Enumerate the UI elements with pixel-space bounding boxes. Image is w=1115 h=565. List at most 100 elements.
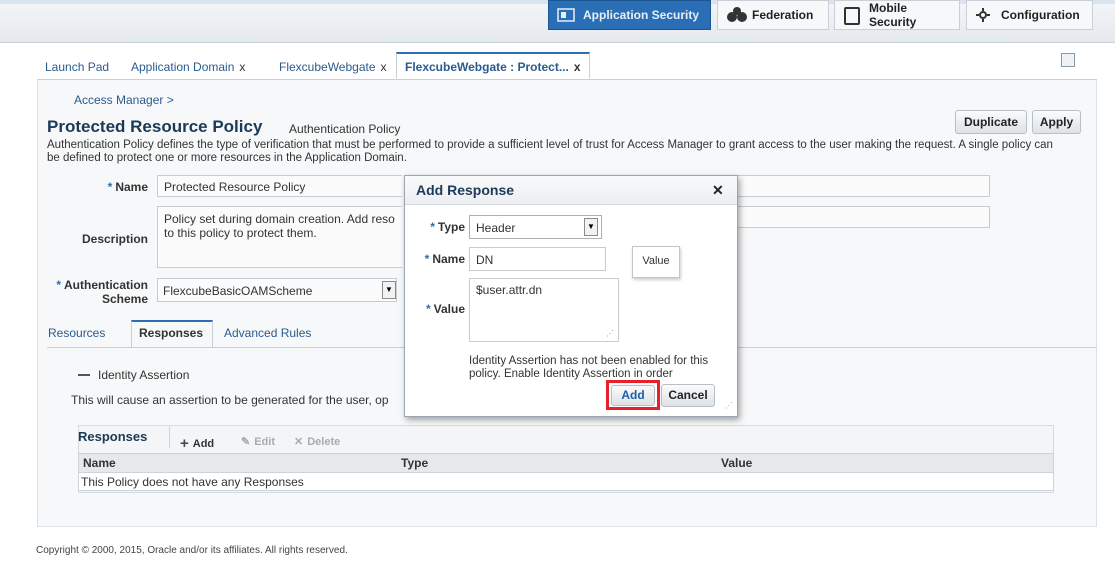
identity-assertion-text: This will cause an assertion to be gener… <box>71 393 389 407</box>
nav-federation[interactable]: Federation <box>717 0 829 30</box>
response-name-value: DN <box>476 253 494 267</box>
response-type-select[interactable]: Header ▼ <box>469 215 602 239</box>
dialog-name-label: * Name <box>413 252 465 266</box>
document-tabs: Launch Pad Application Domain x FlexcubeW… <box>37 52 1097 80</box>
dialog-cancel-button[interactable]: Cancel <box>661 384 715 407</box>
dialog-type-label: * Type <box>415 220 465 234</box>
nav-federation-label: Federation <box>752 8 814 22</box>
name-input-extension[interactable] <box>738 175 990 197</box>
name-input-value: Protected Resource Policy <box>164 180 306 194</box>
value-tooltip: Value <box>632 246 680 278</box>
nav-configuration[interactable]: Configuration <box>966 0 1093 30</box>
required-indicator: * <box>424 252 430 266</box>
duplicate-button[interactable]: Duplicate <box>955 110 1027 134</box>
page-title: Protected Resource Policy <box>47 117 263 136</box>
add-button-highlight <box>606 380 660 410</box>
tab-protected-resource-policy[interactable]: FlexcubeWebgate : Protect... x <box>396 52 590 79</box>
column-header-type[interactable]: Type <box>401 456 428 470</box>
tab-launch-pad-label: Launch Pad <box>45 60 110 74</box>
column-header-value[interactable]: Value <box>721 456 752 470</box>
responses-table-header: Name Type Value <box>78 453 1054 473</box>
dialog-title: Add Response <box>416 182 515 198</box>
close-tabs-icon[interactable] <box>1061 53 1075 67</box>
pencil-icon: ✎ <box>241 436 251 448</box>
nav-mobile-security[interactable]: Mobile Security <box>834 0 960 30</box>
value-tooltip-text: Value <box>642 255 670 267</box>
authentication-scheme-label-line1: Authentication <box>64 278 148 292</box>
tab-application-domain[interactable]: Application Domain x <box>131 56 245 78</box>
add-response-dialog: Add Response ✕ * Type Header ▼ * Name DN V… <box>404 175 738 417</box>
add-response-button[interactable]: + Add <box>180 435 214 452</box>
response-name-input[interactable]: DN <box>469 247 606 271</box>
authentication-scheme-label-line2: Scheme <box>101 292 148 306</box>
description-textarea-extension[interactable] <box>738 206 990 228</box>
edit-response-button[interactable]: ✎ Edit <box>241 435 275 449</box>
dialog-name-label-text: Name <box>432 252 465 266</box>
page-subtitle: Authentication Policy <box>289 122 401 136</box>
tab-flexcube-webgate-label: FlexcubeWebgate <box>279 60 376 74</box>
delete-icon: ✕ <box>294 436 304 448</box>
name-label-text: Name <box>115 180 148 194</box>
subtab-resources[interactable]: Resources <box>48 326 105 340</box>
nav-application-security-label: Application Security <box>583 8 700 22</box>
breadcrumb[interactable]: Access Manager > <box>74 93 174 107</box>
authentication-scheme-select[interactable]: FlexcubeBasicOAMScheme ▼ <box>157 278 397 302</box>
tab-protected-resource-policy-label: FlexcubeWebgate : Protect... <box>405 60 569 74</box>
edit-response-label: Edit <box>254 435 275 448</box>
description-textarea[interactable]: Policy set during domain creation. Add r… <box>157 206 402 268</box>
tab-flexcube-webgate[interactable]: FlexcubeWebgate x <box>279 56 387 78</box>
tab-close-icon[interactable]: x <box>381 60 387 74</box>
close-icon[interactable]: ✕ <box>712 182 724 199</box>
response-type-value: Header <box>476 221 516 235</box>
identity-assertion-note: Identity Assertion has not been enabled … <box>469 355 709 380</box>
responses-empty-text: This Policy does not have any Responses <box>81 475 304 489</box>
delete-response-button[interactable]: ✕ Delete <box>294 435 341 449</box>
top-navigation-bar: Application Security Federation Mobile S… <box>0 0 1115 43</box>
nav-configuration-label: Configuration <box>1001 8 1080 22</box>
tab-close-icon[interactable]: x <box>239 60 245 74</box>
plus-icon: + <box>180 435 189 452</box>
resize-grip-icon[interactable]: ⋰ <box>606 329 614 338</box>
column-header-name[interactable]: Name <box>83 456 116 470</box>
authentication-scheme-label: * Authentication Scheme <box>44 278 148 306</box>
required-indicator: * <box>107 180 113 194</box>
responses-toolbar-divider <box>169 426 170 448</box>
tab-close-icon[interactable]: x <box>574 60 581 74</box>
dialog-type-label-text: Type <box>437 220 465 234</box>
dialog-value-label: * Value <box>413 302 465 316</box>
apply-button[interactable]: Apply <box>1032 110 1081 134</box>
delete-response-label: Delete <box>307 435 341 448</box>
description-textarea-value: Policy set during domain creation. Add r… <box>164 212 395 240</box>
dialog-value-label-text: Value <box>433 302 465 316</box>
description-label: Description <box>81 232 148 246</box>
authentication-scheme-select-value: FlexcubeBasicOAMScheme <box>163 284 313 298</box>
chevron-down-icon[interactable]: ▼ <box>382 281 396 299</box>
name-label: * Name <box>78 180 148 194</box>
tab-launch-pad[interactable]: Launch Pad <box>45 56 109 78</box>
subtab-advanced-rules[interactable]: Advanced Rules <box>224 326 311 340</box>
identity-assertion-label: Identity Assertion <box>98 368 190 382</box>
nav-mobile-security-label: Mobile Security <box>869 1 917 29</box>
response-value-text: $user.attr.dn <box>476 283 543 297</box>
response-value-textarea[interactable]: $user.attr.dn ⋰ <box>469 278 619 342</box>
collapse-icon <box>78 374 90 376</box>
gear-icon <box>975 7 993 23</box>
responses-empty-row: This Policy does not have any Responses <box>78 473 1054 491</box>
subtab-active-indicator <box>131 320 213 348</box>
federation-icon <box>726 7 747 23</box>
page-description: Authentication Policy defines the type o… <box>47 139 1053 164</box>
identity-assertion-toggle[interactable]: Identity Assertion <box>78 368 189 382</box>
dialog-resize-grip-icon[interactable]: ⋰ <box>725 401 733 410</box>
application-security-icon <box>557 7 575 23</box>
footer-copyright: Copyright © 2000, 2015, Oracle and/or it… <box>36 545 348 556</box>
nav-application-security[interactable]: Application Security <box>548 0 711 30</box>
mobile-security-icon <box>843 7 861 25</box>
required-indicator: * <box>430 220 435 234</box>
name-input[interactable]: Protected Resource Policy <box>157 175 402 197</box>
add-response-label: Add <box>192 437 215 450</box>
chevron-down-icon[interactable]: ▼ <box>584 218 598 236</box>
required-indicator: * <box>56 278 61 292</box>
tab-application-domain-label: Application Domain <box>131 60 235 74</box>
responses-title: Responses <box>78 429 148 444</box>
dialog-title-bar: Add Response ✕ <box>405 176 737 205</box>
